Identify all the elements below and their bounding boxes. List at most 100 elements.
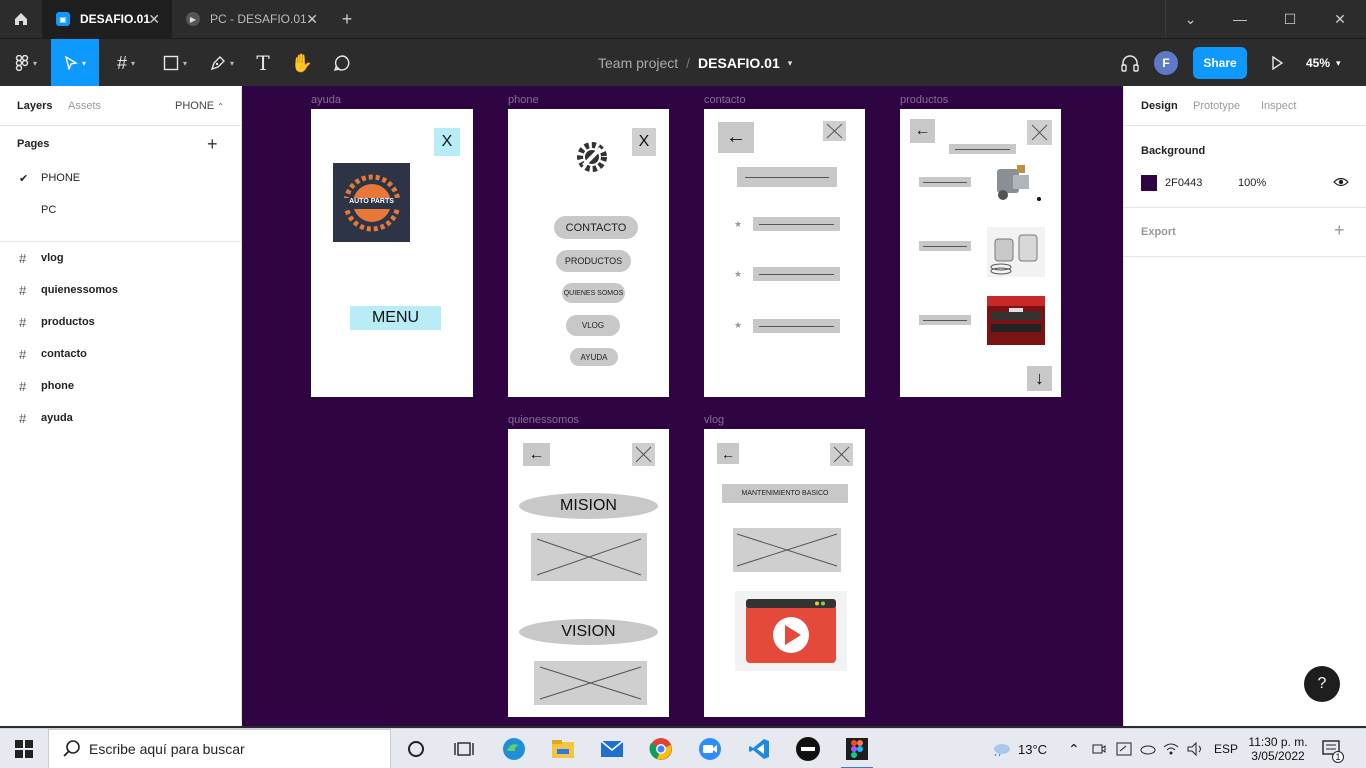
close-icon[interactable] <box>1027 120 1052 145</box>
notification-center-icon[interactable]: 1 <box>1322 729 1344 768</box>
tab-layers[interactable]: Layers <box>17 100 52 112</box>
task-view-icon[interactable] <box>440 729 488 768</box>
help-button[interactable]: ? <box>1304 666 1340 702</box>
onedrive-icon[interactable] <box>1140 729 1156 768</box>
pen-workspace-icon[interactable] <box>1116 729 1132 768</box>
clock[interactable]: 11:30 p. m. 3/05/2022 <box>1246 729 1310 768</box>
form-field[interactable] <box>737 167 837 187</box>
layer-quienessomos[interactable]: # quienessomos <box>0 274 242 306</box>
eye-icon[interactable] <box>1333 175 1349 194</box>
maximize-icon[interactable]: ☐ <box>1265 0 1315 38</box>
arrow-left-icon[interactable]: ← <box>910 119 935 143</box>
team-name[interactable]: Team project <box>598 55 678 71</box>
menu-productos[interactable]: PRODUCTOS <box>556 250 631 272</box>
add-page-icon[interactable]: + <box>207 134 218 155</box>
close-icon[interactable] <box>830 443 853 466</box>
video-player-icon[interactable] <box>735 591 847 671</box>
frame-phone[interactable]: X CONTACTO PRODUCTOS QUIENES SOMOS VLOG … <box>508 109 669 397</box>
vscode-icon[interactable] <box>735 729 783 768</box>
frame-quienessomos[interactable]: ← MISION VISION <box>508 429 669 717</box>
rectangle-tool-icon[interactable]: ▾ <box>155 39 195 87</box>
chevron-down-icon[interactable]: ▾ <box>788 58 793 69</box>
frame-vlog[interactable]: ← MANTENIMIENTO BASICO <box>704 429 865 717</box>
close-button[interactable]: X <box>632 128 656 156</box>
form-field[interactable] <box>753 217 840 231</box>
tray-chevron-up-icon[interactable]: ⌃ <box>1068 729 1080 768</box>
tab-desafio[interactable]: ▣ DESAFIO.01 ✕ <box>42 0 172 38</box>
frame-label-productos[interactable]: productos <box>900 94 948 106</box>
close-tab-icon[interactable]: ✕ <box>148 11 160 28</box>
mail-icon[interactable] <box>588 729 636 768</box>
current-page-selector[interactable]: PHONE ⌃ <box>175 100 224 112</box>
taskbar-search-input[interactable]: Escribe aquí para buscar <box>48 729 391 768</box>
frame-ayuda[interactable]: X AUTO PARTS MENU <box>311 109 473 397</box>
minimize-icon[interactable]: — <box>1215 0 1265 38</box>
frame-label-vlog[interactable]: vlog <box>704 414 724 426</box>
cortana-icon[interactable] <box>392 729 440 768</box>
weather-widget[interactable]: 13°C <box>990 729 1047 768</box>
home-icon[interactable] <box>0 0 42 38</box>
tab-pc-desafio[interactable]: ▶ PC - DESAFIO.01 ✕ <box>172 0 330 38</box>
close-tab-icon[interactable]: ✕ <box>306 11 318 28</box>
frame-productos[interactable]: ← ↓ <box>900 109 1061 397</box>
layer-vlog[interactable]: # vlog <box>0 242 242 274</box>
add-export-icon[interactable]: + <box>1334 220 1345 241</box>
volume-icon[interactable] <box>1187 729 1205 768</box>
background-color-swatch[interactable] <box>1141 175 1157 191</box>
hand-tool-icon[interactable]: ✋ <box>288 39 316 87</box>
menu-contacto[interactable]: CONTACTO <box>554 216 638 239</box>
product-image-parts[interactable] <box>987 296 1045 345</box>
zoom-control[interactable]: 45% ▾ <box>1306 39 1341 87</box>
comment-tool-icon[interactable] <box>328 39 356 87</box>
figma-app-icon[interactable] <box>833 729 881 768</box>
close-button[interactable]: X <box>434 128 460 156</box>
frame-label-quienessomos[interactable]: quienessomos <box>508 414 579 426</box>
frame-tool-icon[interactable]: # ▾ <box>106 39 146 87</box>
wifi-icon[interactable] <box>1163 729 1179 768</box>
text-tool-icon[interactable]: T <box>250 39 276 87</box>
share-button[interactable]: Share <box>1193 47 1247 79</box>
frame-contacto[interactable]: ← ★ ★ ★ <box>704 109 865 397</box>
tab-assets[interactable]: Assets <box>68 100 101 112</box>
page-item-phone[interactable]: ✔ PHONE <box>0 162 242 194</box>
product-image-pistons[interactable] <box>987 227 1045 277</box>
coder-app-icon[interactable] <box>784 729 832 768</box>
menu-button[interactable]: MENU <box>350 306 441 330</box>
headphones-icon[interactable] <box>1117 39 1143 87</box>
arrow-left-icon[interactable]: ← <box>717 443 739 464</box>
arrow-down-icon[interactable]: ↓ <box>1027 366 1052 391</box>
form-field[interactable] <box>753 267 840 281</box>
layer-ayuda[interactable]: # ayuda <box>0 402 242 434</box>
layer-contacto[interactable]: # contacto <box>0 338 242 370</box>
zoom-app-icon[interactable] <box>686 729 734 768</box>
main-menu-icon[interactable]: ▾ <box>6 39 46 87</box>
tab-design[interactable]: Design <box>1141 100 1178 112</box>
pen-tool-icon[interactable]: ▾ <box>201 39 243 87</box>
menu-quienes-somos[interactable]: QUIENES SOMOS <box>562 283 625 303</box>
menu-ayuda[interactable]: AYUDA <box>570 348 618 366</box>
file-explorer-icon[interactable] <box>539 729 587 768</box>
product-image-pump[interactable] <box>987 161 1045 205</box>
close-icon[interactable] <box>632 443 655 466</box>
tab-prototype[interactable]: Prototype <box>1193 100 1240 112</box>
background-opacity[interactable]: 100% <box>1238 177 1266 189</box>
present-play-icon[interactable] <box>1266 39 1288 87</box>
layer-phone[interactable]: # phone <box>0 370 242 402</box>
chevron-down-icon[interactable]: ⌄ <box>1165 0 1215 38</box>
close-icon[interactable] <box>823 121 846 141</box>
page-item-pc[interactable]: PC <box>0 194 242 226</box>
avatar[interactable]: F <box>1154 51 1178 75</box>
frame-label-contacto[interactable]: contacto <box>704 94 746 106</box>
form-field[interactable] <box>753 319 840 333</box>
background-hex[interactable]: 2F0443 <box>1165 177 1202 189</box>
close-window-icon[interactable]: ✕ <box>1315 0 1365 38</box>
frame-label-ayuda[interactable]: ayuda <box>311 94 341 106</box>
frame-label-phone[interactable]: phone <box>508 94 539 106</box>
new-tab-icon[interactable]: + <box>336 0 358 38</box>
tab-inspect[interactable]: Inspect <box>1261 100 1296 112</box>
language-indicator[interactable]: ESP <box>1214 729 1238 768</box>
chrome-icon[interactable] <box>637 729 685 768</box>
menu-vlog[interactable]: VLOG <box>566 315 620 336</box>
arrow-left-icon[interactable]: ← <box>718 122 754 153</box>
meet-now-icon[interactable] <box>1092 729 1106 768</box>
